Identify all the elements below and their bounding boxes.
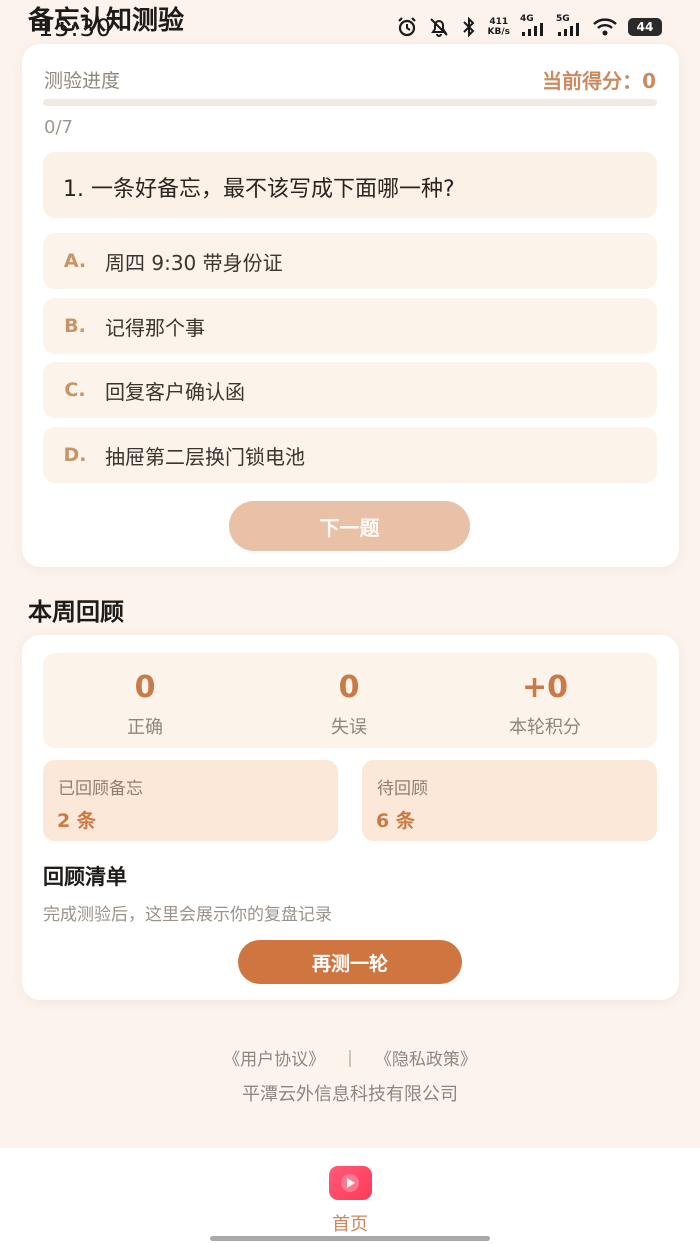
stat-mistakes: 0 失误 (247, 670, 451, 739)
reviewed-memos-label: 已回顾备忘 (58, 779, 143, 799)
page-title: 备忘认知测验 (28, 6, 185, 36)
option-letter: B. (64, 315, 86, 337)
option-letter: C. (64, 379, 86, 401)
stats-box: 0 正确 0 失误 +0 本轮积分 (43, 653, 657, 748)
option-b[interactable]: B. 记得那个事 (43, 298, 657, 354)
progress-count: 0/7 (44, 117, 73, 138)
pending-review-label: 待回顾 (377, 779, 428, 799)
option-text: 周四 9:30 带身份证 (105, 250, 283, 275)
reviewed-memos-value: 2 条 (57, 810, 96, 832)
option-text: 回复客户确认函 (105, 379, 245, 404)
user-agreement-link[interactable]: 《用户协议》 (223, 1045, 325, 1070)
option-letter: D. (63, 444, 87, 466)
stat-correct-label: 正确 (127, 717, 163, 738)
footer-separator: | (347, 1047, 353, 1068)
network-speed: 411 KB/s (488, 16, 510, 38)
pending-review-value: 6 条 (376, 810, 415, 832)
battery-icon: 44 (628, 18, 662, 36)
footer-links: 《用户协议》 | 《隐私政策》 (0, 1045, 700, 1071)
stat-correct-value: 0 (134, 670, 156, 705)
privacy-policy-link[interactable]: 《隐私政策》 (375, 1045, 477, 1070)
tab-home[interactable]: 首页 (300, 1166, 400, 1236)
signal-4g-label: 4G (520, 14, 534, 24)
stat-mistakes-value: 0 (338, 670, 360, 705)
option-letter: A. (63, 250, 87, 272)
progress-bar (43, 99, 657, 106)
option-d[interactable]: D. 抽屉第二层换门锁电池 (43, 427, 657, 483)
tab-home-label: 首页 (332, 1214, 368, 1235)
option-text: 抽屉第二层换门锁电池 (105, 444, 305, 469)
next-question-button[interactable]: 下一题 (229, 501, 470, 551)
signal-5g-label: 5G (556, 14, 570, 24)
play-icon (328, 1166, 372, 1200)
net-speed-unit: KB/s (487, 27, 510, 37)
review-list-title: 回顾清单 (43, 865, 127, 889)
pending-review-card: 待回顾 6 条 (362, 760, 657, 841)
home-indicator (210, 1236, 490, 1241)
stat-round-points: +0 本轮积分 (443, 670, 647, 739)
signal-4g-icon: 4G (520, 14, 546, 38)
company-name: 平潭云外信息科技有限公司 (242, 1084, 458, 1105)
net-speed-value: 411 (489, 17, 509, 27)
stat-round-points-value: +0 (521, 670, 568, 705)
progress-label: 测验进度 (44, 70, 121, 92)
question-text: 1. 一条好备忘，最不该写成下面哪一种? (63, 177, 455, 202)
status-icons: 411 KB/s 4G 5G 44 (396, 14, 662, 38)
stat-mistakes-label: 失误 (331, 717, 367, 738)
signal-5g-icon: 5G (556, 14, 582, 38)
option-c[interactable]: C. 回复客户确认函 (43, 362, 657, 418)
bell-off-icon (428, 16, 450, 38)
option-a[interactable]: A. 周四 9:30 带身份证 (43, 233, 657, 289)
bluetooth-icon (460, 16, 478, 38)
wifi-icon (592, 16, 618, 38)
reviewed-memos-card: 已回顾备忘 2 条 (43, 760, 338, 841)
option-text: 记得那个事 (105, 315, 205, 340)
stat-round-points-label: 本轮积分 (509, 717, 581, 738)
section-title-weekly-review: 本周回顾 (28, 598, 124, 626)
review-list-description: 完成测验后，这里会展示你的复盘记录 (43, 905, 332, 925)
stat-correct: 0 正确 (43, 670, 247, 739)
alarm-icon (396, 16, 418, 38)
retry-quiz-button[interactable]: 再测一轮 (238, 940, 462, 984)
current-score: 当前得分：0 (542, 69, 656, 93)
